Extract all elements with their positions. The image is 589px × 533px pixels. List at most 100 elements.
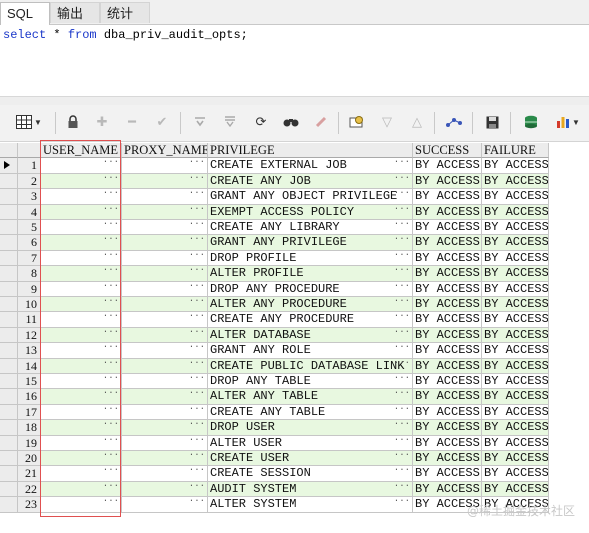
cell-user-name[interactable]: ··· — [41, 374, 122, 390]
cell-success[interactable]: BY ACCESS — [413, 220, 482, 236]
row-indicator[interactable] — [0, 404, 18, 421]
cell-success[interactable]: BY ACCESS — [413, 189, 482, 205]
cell-privilege[interactable]: ALTER SYSTEM ··· — [208, 497, 413, 513]
cell-ellipsis-button[interactable]: ··· — [394, 266, 410, 278]
cell-user-name[interactable]: ··· — [41, 497, 122, 513]
first-record-icon[interactable] — [189, 111, 211, 133]
last-record-icon[interactable] — [219, 111, 241, 133]
cell-ellipsis-button[interactable]: ··· — [189, 466, 205, 478]
cell-ellipsis-button[interactable]: ··· — [394, 343, 410, 355]
cell-user-name[interactable]: ··· — [41, 266, 122, 282]
cell-failure[interactable]: BY ACCESS — [482, 374, 549, 390]
delete-row-icon[interactable]: ━ — [121, 111, 143, 133]
row-indicator[interactable] — [0, 189, 18, 205]
cell-privilege[interactable]: GRANT ANY ROLE ··· — [208, 343, 413, 359]
cell-ellipsis-button[interactable]: ··· — [394, 220, 410, 232]
cell-success[interactable]: BY ACCESS — [413, 204, 482, 220]
row-indicator[interactable] — [0, 481, 18, 498]
cell-user-name[interactable]: ··· — [41, 312, 122, 328]
column-header-proxy-name[interactable]: PROXY_NAME — [122, 143, 208, 159]
cell-ellipsis-button[interactable]: ··· — [189, 312, 205, 324]
cell-ellipsis-button[interactable]: ··· — [103, 220, 119, 232]
cell-proxy-name[interactable]: ··· — [122, 374, 208, 390]
row-indicator[interactable] — [0, 420, 18, 436]
cell-user-name[interactable]: ··· — [41, 235, 122, 251]
cell-user-name[interactable]: ··· — [41, 389, 122, 405]
cell-privilege[interactable]: CREATE SESSION ··· — [208, 466, 413, 482]
cell-user-name[interactable]: ··· — [41, 466, 122, 482]
cell-failure[interactable]: BY ACCESS — [482, 481, 549, 498]
grid-view-icon[interactable]: ▼ — [12, 111, 46, 133]
cell-ellipsis-button[interactable]: ··· — [394, 189, 410, 201]
row-indicator[interactable] — [0, 173, 18, 190]
cell-ellipsis-button[interactable]: ··· — [103, 205, 119, 217]
cell-success[interactable]: BY ACCESS — [413, 466, 482, 482]
row-indicator[interactable] — [0, 466, 18, 482]
cell-ellipsis-button[interactable]: ··· — [394, 451, 410, 463]
column-header-failure[interactable]: FAILURE — [482, 143, 549, 159]
cell-ellipsis-button[interactable]: ··· — [189, 374, 205, 386]
sql-editor[interactable]: select * from dba_priv_audit_opts; — [0, 25, 589, 95]
cell-privilege[interactable]: ALTER ANY PROCEDURE ··· — [208, 297, 413, 313]
cell-success[interactable]: BY ACCESS — [413, 389, 482, 405]
clear-icon[interactable] — [310, 111, 332, 133]
cell-proxy-name[interactable]: ··· — [122, 451, 208, 467]
cell-success[interactable]: BY ACCESS — [413, 481, 482, 498]
cell-failure[interactable]: BY ACCESS — [482, 250, 549, 267]
cell-ellipsis-button[interactable]: ··· — [189, 343, 205, 355]
cell-privilege[interactable]: AUDIT SYSTEM ··· — [208, 481, 413, 498]
cell-success[interactable]: BY ACCESS — [413, 158, 482, 174]
cell-failure[interactable]: BY ACCESS — [482, 297, 549, 313]
cell-failure[interactable]: BY ACCESS — [482, 466, 549, 482]
cell-success[interactable]: BY ACCESS — [413, 435, 482, 451]
cell-privilege[interactable]: DROP ANY TABLE ··· — [208, 374, 413, 390]
cell-success[interactable]: BY ACCESS — [413, 358, 482, 374]
cell-ellipsis-button[interactable]: ··· — [189, 235, 205, 247]
cell-ellipsis-button[interactable]: ··· — [189, 359, 205, 371]
cell-proxy-name[interactable]: ··· — [122, 173, 208, 190]
cell-privilege[interactable]: ALTER USER ··· — [208, 435, 413, 451]
refresh-icon[interactable]: ⟳ — [250, 111, 272, 133]
connect-icon[interactable] — [443, 111, 465, 133]
cell-user-name[interactable]: ··· — [41, 481, 122, 498]
cell-ellipsis-button[interactable]: ··· — [189, 189, 205, 201]
cell-ellipsis-button[interactable]: ··· — [189, 405, 205, 417]
cell-success[interactable]: BY ACCESS — [413, 420, 482, 436]
find-icon[interactable] — [280, 111, 302, 133]
cell-ellipsis-button[interactable]: ··· — [394, 297, 410, 309]
cell-ellipsis-button[interactable]: ··· — [103, 297, 119, 309]
cell-ellipsis-button[interactable]: ··· — [103, 451, 119, 463]
row-indicator[interactable] — [0, 235, 18, 251]
row-indicator[interactable] — [0, 158, 18, 174]
cell-ellipsis-button[interactable]: ··· — [189, 497, 205, 509]
cell-proxy-name[interactable]: ··· — [122, 497, 208, 513]
cell-privilege[interactable]: CREATE ANY PROCEDURE ··· — [208, 312, 413, 328]
cell-user-name[interactable]: ··· — [41, 297, 122, 313]
cell-ellipsis-button[interactable]: ··· — [103, 174, 119, 186]
cell-success[interactable]: BY ACCESS — [413, 312, 482, 328]
cell-privilege[interactable]: GRANT ANY OBJECT PRIVILEGE ··· — [208, 189, 413, 205]
cell-failure[interactable]: BY ACCESS — [482, 312, 549, 328]
row-indicator[interactable] — [0, 358, 18, 374]
cell-ellipsis-button[interactable]: ··· — [103, 405, 119, 417]
cell-ellipsis-button[interactable]: ··· — [189, 420, 205, 432]
next-page-icon[interactable]: ▽ — [376, 111, 398, 133]
cell-proxy-name[interactable]: ··· — [122, 343, 208, 359]
cell-user-name[interactable]: ··· — [41, 281, 122, 297]
cell-privilege[interactable]: DROP ANY PROCEDURE ··· — [208, 281, 413, 297]
row-indicator[interactable] — [0, 389, 18, 405]
cell-user-name[interactable]: ··· — [41, 420, 122, 436]
cell-user-name[interactable]: ··· — [41, 404, 122, 421]
cell-failure[interactable]: BY ACCESS — [482, 389, 549, 405]
cell-proxy-name[interactable]: ··· — [122, 327, 208, 344]
cell-ellipsis-button[interactable]: ··· — [394, 436, 410, 448]
cell-ellipsis-button[interactable]: ··· — [394, 420, 410, 432]
row-indicator[interactable] — [0, 281, 18, 297]
query-by-example-icon[interactable] — [346, 111, 368, 133]
cell-proxy-name[interactable]: ··· — [122, 250, 208, 267]
cell-success[interactable]: BY ACCESS — [413, 451, 482, 467]
cell-ellipsis-button[interactable]: ··· — [189, 436, 205, 448]
cell-success[interactable]: BY ACCESS — [413, 404, 482, 421]
cell-ellipsis-button[interactable]: ··· — [103, 420, 119, 432]
cell-ellipsis-button[interactable]: ··· — [189, 158, 205, 170]
